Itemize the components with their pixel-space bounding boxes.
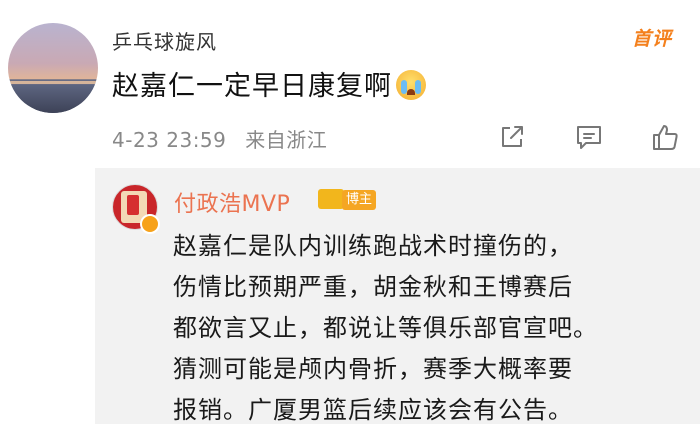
blogger-badge: 博主 [318,186,380,212]
avatar[interactable] [8,23,98,113]
crying-face-icon [396,70,426,100]
avatar-horizon [8,81,98,84]
reply-line: 赵嘉仁是队内训练跑战术时撞伤的， [173,232,573,260]
comment-username[interactable]: 乒乓球旋风 [112,26,217,55]
reply-line: 伤情比预期严重，胡金秋和王博赛后 [173,273,573,301]
comment-time: 4-23 23:59 [112,128,227,152]
reply-text: 赵嘉仁是队内训练跑战术时撞伤的， 伤情比预期严重，胡金秋和王博赛后 都欲言又止，… [173,226,688,431]
comment-meta: 4-23 23:59 来自浙江 [112,124,339,153]
verified-icon [140,214,160,234]
reply-username[interactable]: 付政浩MVP [174,186,290,218]
reply-avatar-flag [127,195,139,215]
reply-line: 报销。广厦男篮后续应该会有公告。 [173,396,573,424]
hot-comment-badge: 首评 [632,28,673,50]
comment-text: 赵嘉仁一定早日康复啊 [112,64,426,103]
reply-line: 猜测可能是颅内骨折，赛季大概率要 [173,355,573,383]
avatar-land [8,85,98,113]
comment-text-content: 赵嘉仁一定早日康复啊 [112,71,392,102]
crown-icon [318,189,344,209]
comment-icon[interactable] [574,122,604,152]
blogger-badge-label: 博主 [342,190,377,210]
like-icon[interactable] [650,122,680,152]
share-icon[interactable] [497,122,527,152]
comment-location: 来自浙江 [245,128,328,152]
reply-line: 都欲言又止，都说让等俱乐部官宣吧。 [173,314,598,342]
